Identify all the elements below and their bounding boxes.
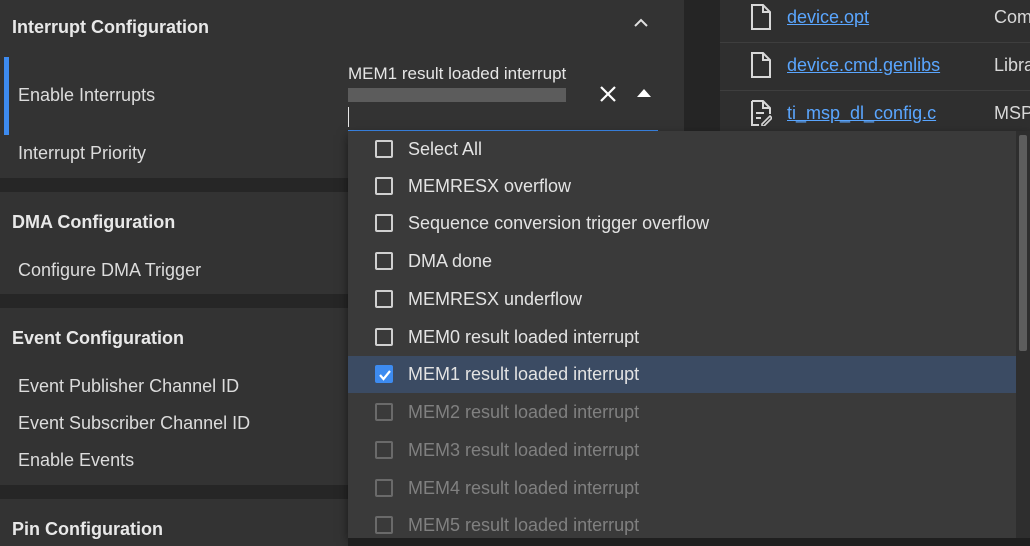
event-subscriber-channel-label: Event Subscriber Channel ID <box>18 413 251 433</box>
file-link[interactable]: device.cmd.genlibs <box>787 55 940 76</box>
file-link[interactable]: device.opt <box>787 7 869 28</box>
event-publisher-channel-label: Event Publisher Channel ID <box>18 376 240 396</box>
option-sequence-trigger-overflow[interactable]: Sequence conversion trigger overflow <box>348 205 1016 242</box>
option-select-all[interactable]: Select All <box>348 131 1016 168</box>
option-memresx-underflow[interactable]: MEMRESX underflow <box>348 281 1016 318</box>
checkbox[interactable] <box>375 290 393 308</box>
selected-value-chip <box>348 88 566 102</box>
option-dma-done[interactable]: DMA done <box>348 243 1016 280</box>
option-mem4-result-loaded: MEM4 result loaded interrupt <box>348 470 1016 507</box>
option-label: MEM0 result loaded interrupt <box>408 327 640 347</box>
option-mem3-result-loaded: MEM3 result loaded interrupt <box>348 432 1016 469</box>
text-caret <box>348 107 349 127</box>
pin-section-title[interactable]: Pin Configuration <box>12 519 163 540</box>
interrupt-section-title[interactable]: Interrupt Configuration <box>12 17 209 38</box>
interrupt-search-input[interactable] <box>348 104 658 132</box>
edit-file-icon <box>751 100 772 126</box>
active-row-indicator <box>4 57 9 135</box>
option-mem1-result-loaded[interactable]: MEM1 result loaded interrupt <box>348 356 1016 393</box>
interrupt-options-dropdown: Select All MEMRESX overflow Sequence con… <box>348 131 1030 538</box>
selected-value[interactable]: MEM1 result loaded interrupt <box>348 64 576 84</box>
checkbox <box>375 403 393 421</box>
enable-events-label: Enable Events <box>18 450 135 470</box>
dma-section-title[interactable]: DMA Configuration <box>12 212 175 233</box>
checkbox <box>375 516 393 534</box>
checkbox[interactable] <box>375 252 393 270</box>
option-label: MEM1 result loaded interrupt <box>408 364 640 384</box>
option-label: MEMRESX overflow <box>408 176 572 196</box>
chevron-up-icon[interactable] <box>632 14 650 32</box>
option-label: MEM2 result loaded interrupt <box>408 402 640 422</box>
dropdown-scrollbar[interactable] <box>1016 131 1030 538</box>
file-description: MSP <box>994 103 1030 123</box>
file-row[interactable]: device.opt Com <box>720 0 1030 43</box>
option-label: Sequence conversion trigger overflow <box>408 213 710 233</box>
option-mem0-result-loaded[interactable]: MEM0 result loaded interrupt <box>348 319 1016 356</box>
option-mem5-result-loaded: MEM5 result loaded interrupt <box>348 507 1016 538</box>
checkbox[interactable] <box>375 140 393 158</box>
file-icon <box>751 4 771 30</box>
file-description: Com <box>994 7 1030 27</box>
checkbox[interactable] <box>375 328 393 346</box>
checkbox <box>375 441 393 459</box>
dropdown-arrow-up-icon[interactable] <box>636 88 652 98</box>
option-label: MEM5 result loaded interrupt <box>408 515 640 535</box>
file-row[interactable]: device.cmd.genlibs Libra <box>720 42 1030 91</box>
bottom-edge <box>348 538 1030 546</box>
scroll-thumb[interactable] <box>1019 135 1027 351</box>
option-mem2-result-loaded: MEM2 result loaded interrupt <box>348 394 1016 431</box>
checkbox-checked[interactable] <box>375 365 393 383</box>
option-label: MEMRESX underflow <box>408 289 583 309</box>
checkbox[interactable] <box>375 214 393 232</box>
checkbox[interactable] <box>375 177 393 195</box>
option-label: Select All <box>408 139 483 159</box>
interrupt-priority-label: Interrupt Priority <box>18 143 147 163</box>
option-label: MEM4 result loaded interrupt <box>408 478 640 498</box>
clear-icon[interactable] <box>598 84 618 104</box>
checkmark-icon <box>379 370 391 381</box>
file-link[interactable]: ti_msp_dl_config.c <box>787 103 936 124</box>
enable-interrupts-label: Enable Interrupts <box>18 85 156 105</box>
file-description: Libra <box>994 55 1030 75</box>
file-icon <box>751 52 771 78</box>
option-label: MEM3 result loaded interrupt <box>408 440 640 460</box>
checkbox <box>375 479 393 497</box>
option-memresx-overflow[interactable]: MEMRESX overflow <box>348 168 1016 205</box>
configure-dma-trigger-label: Configure DMA Trigger <box>18 260 202 280</box>
event-section-title[interactable]: Event Configuration <box>12 328 184 349</box>
option-label: DMA done <box>408 251 493 271</box>
